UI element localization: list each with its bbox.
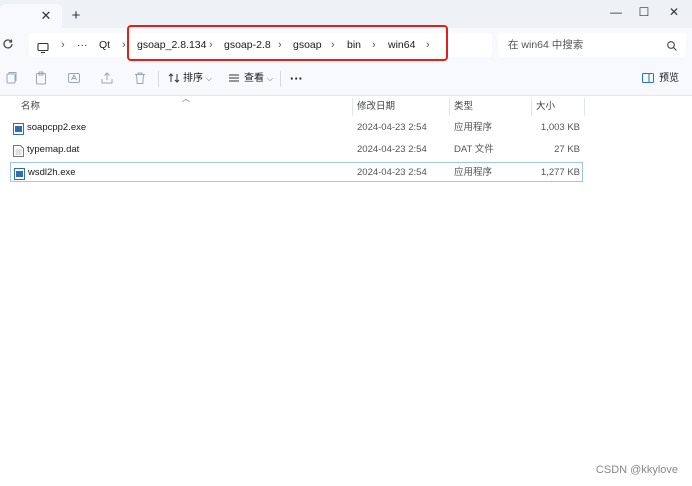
highlight-annotation	[127, 25, 448, 61]
watermark-text: CSDN @kkylove	[595, 464, 678, 476]
breadcrumb-qt[interactable]: Qt	[99, 33, 110, 57]
file-size: 27 KB	[554, 144, 580, 155]
file-name: typemap.dat	[27, 144, 80, 155]
column-header-size[interactable]: 大小	[536, 96, 555, 118]
search-box[interactable]: 在 win64 中搜索	[498, 33, 686, 57]
column-divider[interactable]	[584, 98, 585, 116]
file-type: 应用程序	[454, 122, 493, 133]
maximize-button[interactable]: ☐	[630, 2, 658, 22]
file-size: 1,277 KB	[540, 167, 580, 178]
search-icon[interactable]	[666, 39, 678, 51]
copy-icon[interactable]	[4, 71, 18, 85]
file-type: 应用程序	[454, 167, 493, 178]
column-header-name[interactable]: 名称	[21, 96, 40, 118]
file-icon	[13, 144, 24, 157]
column-divider[interactable]	[531, 98, 532, 116]
search-input[interactable]: 在 win64 中搜索	[508, 33, 583, 57]
close-window-button[interactable]: ✕	[660, 2, 688, 22]
delete-icon[interactable]	[133, 71, 147, 85]
file-row-selected[interactable]: wsdl2h.exe 2024-04-23 2:54 应用程序 1,277 KB	[10, 162, 583, 182]
column-divider[interactable]	[449, 98, 450, 116]
sort-button[interactable]: 排序 ⌵	[183, 62, 212, 96]
file-name: soapcpp2.exe	[27, 122, 87, 133]
refresh-icon[interactable]	[2, 38, 16, 52]
file-name: wsdl2h.exe	[28, 167, 76, 178]
view-button[interactable]: 查看 ⌵	[244, 62, 273, 96]
file-row[interactable]: soapcpp2.exe 2024-04-23 2:54 应用程序 1,003 …	[10, 118, 583, 138]
column-header-modified[interactable]: 修改日期	[357, 96, 395, 118]
view-label: 查看	[244, 73, 264, 84]
rename-icon[interactable]	[67, 71, 81, 85]
file-modified: 2024-04-23 2:54	[357, 122, 427, 133]
computer-icon[interactable]	[37, 39, 49, 54]
more-options-button[interactable]: ···	[290, 62, 303, 96]
share-icon[interactable]	[100, 71, 114, 85]
close-tab-icon[interactable]: ✕	[39, 8, 53, 24]
view-icon[interactable]	[227, 71, 241, 85]
toolbar-divider	[158, 71, 159, 87]
chevron-down-icon: ⌵	[206, 74, 213, 83]
sort-label: 排序	[183, 73, 203, 84]
sort-icon[interactable]	[167, 71, 181, 85]
new-tab-button[interactable]: +	[69, 8, 83, 24]
column-header-type[interactable]: 类型	[454, 96, 473, 118]
sort-ascending-icon: ︿	[182, 94, 190, 103]
file-row[interactable]: typemap.dat 2024-04-23 2:54 DAT 文件 27 KB	[10, 140, 583, 160]
breadcrumb-separator[interactable]: ›	[61, 33, 65, 57]
file-modified: 2024-04-23 2:54	[357, 144, 427, 155]
column-divider[interactable]	[352, 98, 353, 116]
exe-icon	[13, 122, 24, 135]
file-modified: 2024-04-23 2:54	[357, 167, 427, 178]
command-bar: 排序 ⌵ 查看 ⌵ ··· 预览	[0, 62, 692, 96]
breadcrumb-overflow[interactable]: ···	[77, 33, 88, 57]
minimize-button[interactable]: —	[602, 2, 630, 22]
paste-icon[interactable]	[34, 71, 48, 85]
toolbar-divider	[280, 71, 281, 87]
file-size: 1,003 KB	[540, 122, 580, 133]
title-bar: ✕ + — ☐ ✕	[0, 0, 692, 28]
preview-pane-icon[interactable]	[641, 71, 655, 85]
chevron-down-icon: ⌵	[267, 74, 274, 83]
preview-button[interactable]: 预览	[659, 62, 679, 96]
breadcrumb-separator[interactable]: ›	[122, 33, 126, 57]
file-type: DAT 文件	[454, 144, 494, 155]
exe-icon	[14, 167, 25, 180]
tab-current[interactable]: ✕	[0, 4, 62, 28]
